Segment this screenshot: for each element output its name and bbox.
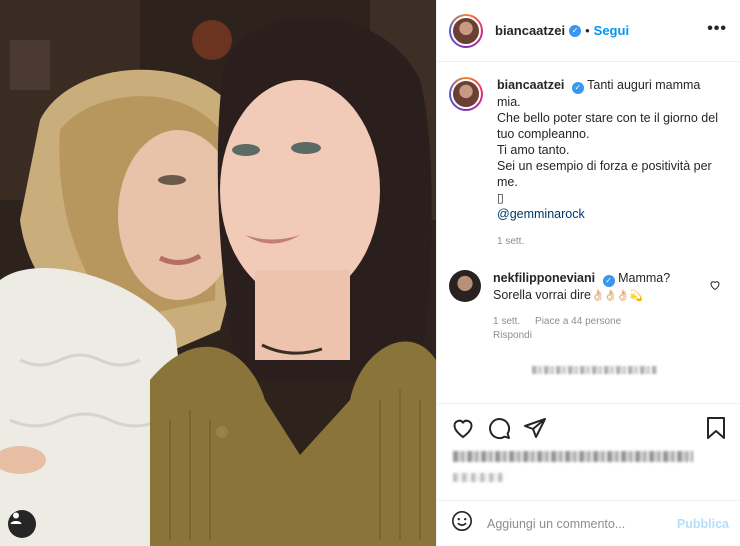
caption-time[interactable]: 1 sett.	[497, 234, 719, 250]
follow-button[interactable]: Segui	[594, 23, 629, 38]
comment-emojis: 👌🏻👌🏻👌🏻💫	[590, 290, 643, 302]
post-actions	[437, 403, 740, 449]
post-photo[interactable]	[0, 0, 436, 546]
commenter-avatar[interactable]	[449, 270, 481, 302]
comment-input[interactable]	[487, 516, 657, 531]
caption-mention[interactable]: @gemminarock	[497, 206, 719, 222]
verified-badge-icon: ✓	[602, 275, 615, 287]
post-caption: biancaatzei ✓ Tanti auguri mamma mia. Ch…	[449, 77, 725, 250]
post-side-panel: biancaatzei ✓ • Segui ••• biancaatzei ✓ …	[436, 0, 740, 546]
caption-line: Ti amo tanto.	[497, 143, 570, 157]
smiley-icon[interactable]	[451, 510, 473, 537]
blurred-text	[532, 366, 657, 374]
caption-line: ▯	[497, 191, 504, 205]
photo-illustration	[0, 0, 436, 546]
heart-icon[interactable]	[451, 416, 475, 445]
more-options-icon[interactable]: •••	[707, 20, 727, 38]
comment-like-heart-icon[interactable]	[709, 278, 721, 296]
comment-text: Sorella vorrai dire	[493, 288, 591, 302]
bookmark-icon[interactable]	[705, 416, 727, 445]
caption-line: Sei un esempio di forza e positività per…	[497, 159, 712, 189]
comment-time[interactable]: 1 sett.	[493, 316, 520, 327]
publish-button[interactable]: Pubblica	[677, 517, 729, 531]
verified-badge-icon: ✓	[569, 24, 582, 37]
comment-item: nekfilipponeviani ✓ Mamma? Sorella vorra…	[449, 270, 725, 344]
comment-icon[interactable]	[487, 416, 511, 445]
post-header: biancaatzei ✓ • Segui •••	[437, 0, 740, 62]
add-comment-bar: Pubblica	[437, 500, 740, 546]
commenter-username[interactable]: nekfilipponeviani	[493, 271, 595, 285]
blurred-date-text	[453, 473, 503, 482]
author-avatar[interactable]	[449, 13, 483, 48]
caption-avatar[interactable]	[449, 77, 483, 111]
paper-plane-icon[interactable]	[523, 416, 547, 445]
blurred-likes-text	[453, 451, 693, 462]
user-tag-icon[interactable]	[8, 510, 36, 538]
verified-badge-icon: ✓	[571, 82, 584, 94]
comment-text: Mamma?	[618, 271, 671, 285]
caption-line: Che bello poter stare con te il giorno d…	[497, 111, 718, 141]
caption-username[interactable]: biancaatzei	[497, 78, 564, 92]
comments-section[interactable]: biancaatzei ✓ Tanti auguri mamma mia. Ch…	[437, 63, 740, 403]
author-username[interactable]: biancaatzei	[495, 23, 565, 38]
reply-button[interactable]: Rispondi	[493, 328, 683, 344]
comment-likes[interactable]: Piace a 44 persone	[535, 316, 621, 327]
separator-dot: •	[585, 23, 590, 38]
